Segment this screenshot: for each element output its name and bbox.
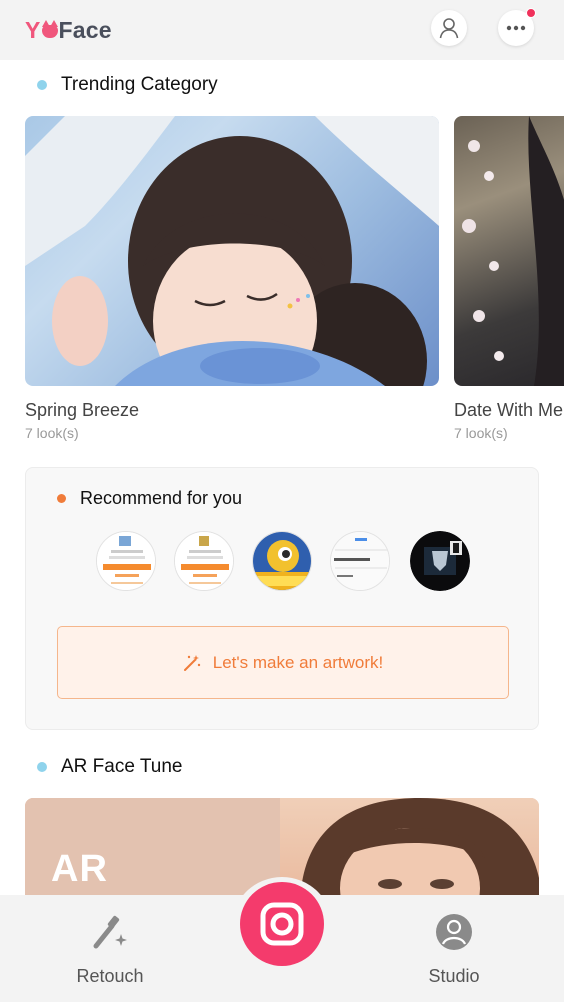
trending-card-count: 7 look(s) <box>454 425 508 441</box>
ar-card-photo <box>280 798 539 908</box>
trending-card-spring-breeze-image[interactable] <box>25 116 439 386</box>
trending-card-date-with-me-image[interactable] <box>454 116 564 386</box>
recommend-avatar[interactable] <box>96 531 156 591</box>
recommend-title-text: Recommend for you <box>80 488 243 508</box>
ar-title-text: AR Face Tune <box>61 756 183 777</box>
trending-card-title[interactable]: Spring Breeze <box>25 400 139 421</box>
character-thumbnail <box>410 531 470 591</box>
make-artwork-label: Let's make an artwork! <box>212 652 384 672</box>
recommend-avatar[interactable] <box>252 531 312 591</box>
notification-badge <box>526 8 536 18</box>
top-bar: Y Face <box>0 0 564 60</box>
cat-logo-icon <box>41 20 58 38</box>
trending-card-title[interactable]: Date With Me <box>454 400 564 421</box>
magic-wand-icon <box>183 654 201 672</box>
tab-studio-label: Studio <box>428 966 480 986</box>
portrait-image <box>462 116 564 386</box>
app-screenshot-thumbnail <box>175 532 233 590</box>
profile-icon <box>439 18 459 39</box>
recommend-avatar[interactable] <box>410 531 470 591</box>
recommend-panel: Recommend for you Let's make an artwork! <box>25 467 539 730</box>
logo-letter: Y <box>25 17 41 43</box>
section-bullet <box>57 494 66 503</box>
profile-button[interactable] <box>431 10 467 46</box>
camera-button[interactable] <box>240 882 324 966</box>
recommend-avatar[interactable] <box>330 531 390 591</box>
section-bullet <box>37 762 47 772</box>
ar-badge-text: AR <box>51 848 108 890</box>
logo-word: Face <box>58 17 112 43</box>
tab-retouch[interactable]: Retouch <box>70 912 150 987</box>
app-logo: Y Face <box>25 17 112 44</box>
ar-section-title: AR Face Tune <box>37 756 182 778</box>
make-artwork-button[interactable]: Let's make an artwork! <box>57 626 509 699</box>
recommend-title: Recommend for you <box>57 488 242 509</box>
portrait-image <box>300 798 539 908</box>
trending-section-title: Trending Category <box>37 74 218 96</box>
more-icon <box>506 25 526 31</box>
camera-icon <box>260 902 304 946</box>
tab-studio[interactable]: Studio <box>414 912 494 987</box>
messages-button[interactable] <box>498 8 536 46</box>
trending-title-text: Trending Category <box>61 74 218 95</box>
section-bullet <box>37 80 47 90</box>
studio-profile-icon <box>436 914 472 950</box>
game-thumbnail <box>253 532 311 590</box>
tab-retouch-label: Retouch <box>76 966 144 986</box>
trending-card-count: 7 look(s) <box>25 425 79 441</box>
recommend-avatar[interactable] <box>174 531 234 591</box>
retouch-wand-icon <box>93 915 127 949</box>
input-screenshot-thumbnail <box>331 532 389 590</box>
portrait-image <box>25 116 439 386</box>
app-screenshot-thumbnail <box>97 532 155 590</box>
